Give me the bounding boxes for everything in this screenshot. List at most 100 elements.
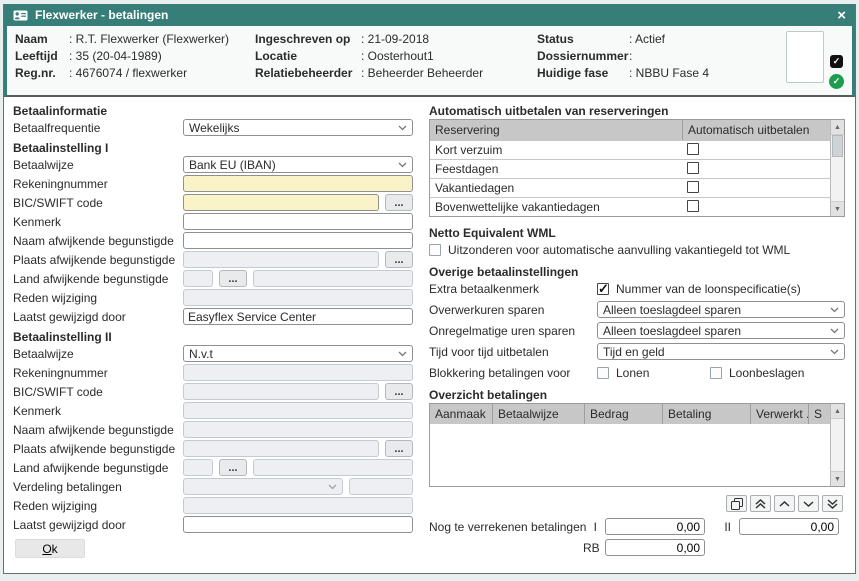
overwerkuren-select[interactable]: Alleen toeslagdeel sparen bbox=[597, 301, 845, 318]
huidige-fase-value: : NBBU Fase 4 bbox=[629, 65, 709, 82]
laatst2-input bbox=[183, 516, 413, 533]
overzicht-body bbox=[430, 424, 830, 486]
overzicht-scrollbar[interactable]: ▲ ▼ bbox=[830, 404, 844, 486]
ok-button[interactable]: Ok bbox=[15, 539, 85, 558]
chevron-down-icon bbox=[803, 501, 814, 507]
chevron-down-icon bbox=[328, 484, 337, 490]
bic1-label: BIC/SWIFT code bbox=[13, 196, 183, 210]
overzicht-col-1: Betaalwijze bbox=[492, 404, 584, 424]
wml-uitzonderen-label: Uitzonderen voor automatische aanvulling… bbox=[448, 243, 790, 257]
reservering-name: Kort verzuim bbox=[430, 143, 682, 157]
wml-title: Netto Equivalent WML bbox=[429, 223, 845, 241]
reservering-name: Bovenwettelijke vakantiedagen bbox=[430, 200, 682, 214]
double-chevron-up-icon bbox=[755, 499, 766, 509]
onregelmatige-label: Onregelmatige uren sparen bbox=[429, 324, 597, 338]
huidige-fase-label: Huidige fase bbox=[537, 65, 629, 82]
bic1-more-button[interactable]: ... bbox=[385, 194, 413, 211]
plaats-afw2-more-button[interactable]: ... bbox=[385, 440, 413, 457]
plaats-afw1-input bbox=[183, 251, 379, 268]
verrekenen-ii-input bbox=[739, 518, 839, 535]
tijd-voor-tijd-select[interactable]: Tijd en geld bbox=[597, 343, 845, 360]
reservering-row: Feestdagen bbox=[430, 159, 830, 178]
land-afw2-naam-input bbox=[253, 459, 413, 476]
rekeningnummer1-input[interactable] bbox=[183, 175, 413, 192]
overzicht-title: Overzicht betalingen bbox=[429, 385, 845, 403]
scroll-up-icon[interactable]: ▲ bbox=[831, 120, 844, 135]
betaalwijze2-select[interactable]: N.v.t bbox=[183, 345, 413, 362]
bic2-input bbox=[183, 383, 379, 400]
scroll-up-icon[interactable]: ▲ bbox=[831, 404, 844, 419]
extra-betaalkenmerk-label: Extra betaalkenmerk bbox=[429, 282, 597, 296]
overzicht-table: AanmaakBetaalwijzeBedragBetalingVerwerkt… bbox=[429, 403, 845, 487]
header-col-3: Status: Actief Dossiernummer: Huidige fa… bbox=[537, 31, 786, 89]
blokkering-loonbeslagen-checkbox bbox=[710, 367, 722, 379]
laatst1-input bbox=[183, 308, 413, 325]
betaalwijze1-select[interactable]: Bank EU (IBAN) bbox=[183, 156, 413, 173]
verrekenen-i-label: I bbox=[583, 520, 601, 534]
chevron-up-icon bbox=[779, 501, 790, 507]
verdeling-select bbox=[183, 478, 343, 495]
person-card-icon bbox=[13, 10, 28, 21]
betaalfrequentie-select[interactable]: Wekelijks bbox=[183, 119, 413, 136]
window-title: Flexwerker - betalingen bbox=[35, 8, 168, 22]
reservering-row: Kort verzuim bbox=[430, 140, 830, 159]
blokkering-label: Blokkering betalingen voor bbox=[429, 366, 597, 380]
verdeling-input bbox=[349, 478, 413, 495]
close-icon[interactable]: × bbox=[837, 8, 846, 23]
kenmerk1-input[interactable] bbox=[183, 213, 413, 230]
verrekenen-label: Nog te verrekenen betalingen bbox=[429, 520, 579, 534]
wml-uitzonderen-checkbox bbox=[429, 244, 441, 256]
plaats-afw2-label: Plaats afwijkende begunstigde bbox=[13, 442, 183, 456]
land-afw1-more-button[interactable]: ... bbox=[219, 270, 247, 287]
naam-afw1-input[interactable] bbox=[183, 232, 413, 249]
reservering-auto-checkbox[interactable] bbox=[687, 181, 699, 193]
check-icon: ✓ bbox=[833, 56, 841, 67]
land-afw1-naam-input bbox=[253, 270, 413, 287]
locatie-label: Locatie bbox=[255, 48, 361, 65]
reserveringen-rows: Kort verzuimFeestdagenVakantiedagenBoven… bbox=[430, 140, 830, 216]
scroll-up-button[interactable] bbox=[774, 495, 795, 512]
scroll-to-bottom-button[interactable] bbox=[822, 495, 843, 512]
regnr-value: : 4676074 / flexwerker bbox=[69, 65, 187, 82]
reden2-input bbox=[183, 497, 413, 514]
plaats-afw1-more-button[interactable]: ... bbox=[385, 251, 413, 268]
bic1-input[interactable] bbox=[183, 194, 379, 211]
verrekenen-rb-input bbox=[605, 539, 705, 556]
onregelmatige-select[interactable]: Alleen toeslagdeel sparen bbox=[597, 322, 845, 339]
overzicht-header: AanmaakBetaalwijzeBedragBetalingVerwerkt… bbox=[430, 404, 830, 424]
check-icon: ✓ bbox=[833, 76, 841, 87]
scrollbar-thumb[interactable] bbox=[832, 135, 843, 157]
regnr-label: Reg.nr. bbox=[15, 65, 69, 82]
scroll-down-icon[interactable]: ▼ bbox=[831, 471, 844, 486]
verdeling-label: Verdeling betalingen bbox=[13, 480, 183, 494]
scroll-to-top-button[interactable] bbox=[750, 495, 771, 512]
leeftijd-value: : 35 (20-04-1989) bbox=[69, 48, 162, 65]
reservering-auto-checkbox[interactable] bbox=[687, 200, 699, 212]
dossiernummer-label: Dossiernummer bbox=[537, 48, 629, 65]
chevron-down-icon bbox=[830, 328, 839, 334]
reden1-input bbox=[183, 289, 413, 306]
betaalinstelling1-title: Betaalinstelling I bbox=[13, 138, 413, 156]
reservering-auto-checkbox[interactable] bbox=[687, 162, 699, 174]
reserveringen-header: Reservering Automatisch uitbetalen bbox=[430, 120, 830, 140]
copy-button[interactable] bbox=[726, 495, 747, 512]
blokkering-lonen-checkbox bbox=[597, 367, 609, 379]
betaalinstelling2-title: Betaalinstelling II bbox=[13, 327, 413, 345]
relatiebeheerder-label: Relatiebeheerder bbox=[255, 65, 361, 82]
scroll-down-icon[interactable]: ▼ bbox=[831, 201, 844, 216]
laatst2-label: Laatst gewijzigd door bbox=[13, 518, 183, 532]
reservering-auto-checkbox[interactable] bbox=[687, 143, 699, 155]
naam-label: Naam bbox=[15, 31, 69, 48]
blokkering-loonbeslagen-label: Loonbeslagen bbox=[729, 366, 804, 380]
scroll-down-button[interactable] bbox=[798, 495, 819, 512]
land-afw2-more-button[interactable]: ... bbox=[219, 459, 247, 476]
loonspecificatie-checkbox[interactable] bbox=[597, 283, 609, 295]
overzicht-col-3: Betaling bbox=[662, 404, 750, 424]
chevron-down-icon bbox=[398, 351, 407, 357]
reserveringen-scrollbar[interactable]: ▲ ▼ bbox=[830, 120, 844, 216]
header-checked-toggle[interactable]: ✓ bbox=[830, 55, 843, 68]
verrekenen-ii-label: II bbox=[709, 520, 735, 534]
bic2-more-button[interactable]: ... bbox=[385, 383, 413, 400]
naam-afw2-input bbox=[183, 421, 413, 438]
overzicht-col-0: Aanmaak bbox=[430, 404, 492, 424]
